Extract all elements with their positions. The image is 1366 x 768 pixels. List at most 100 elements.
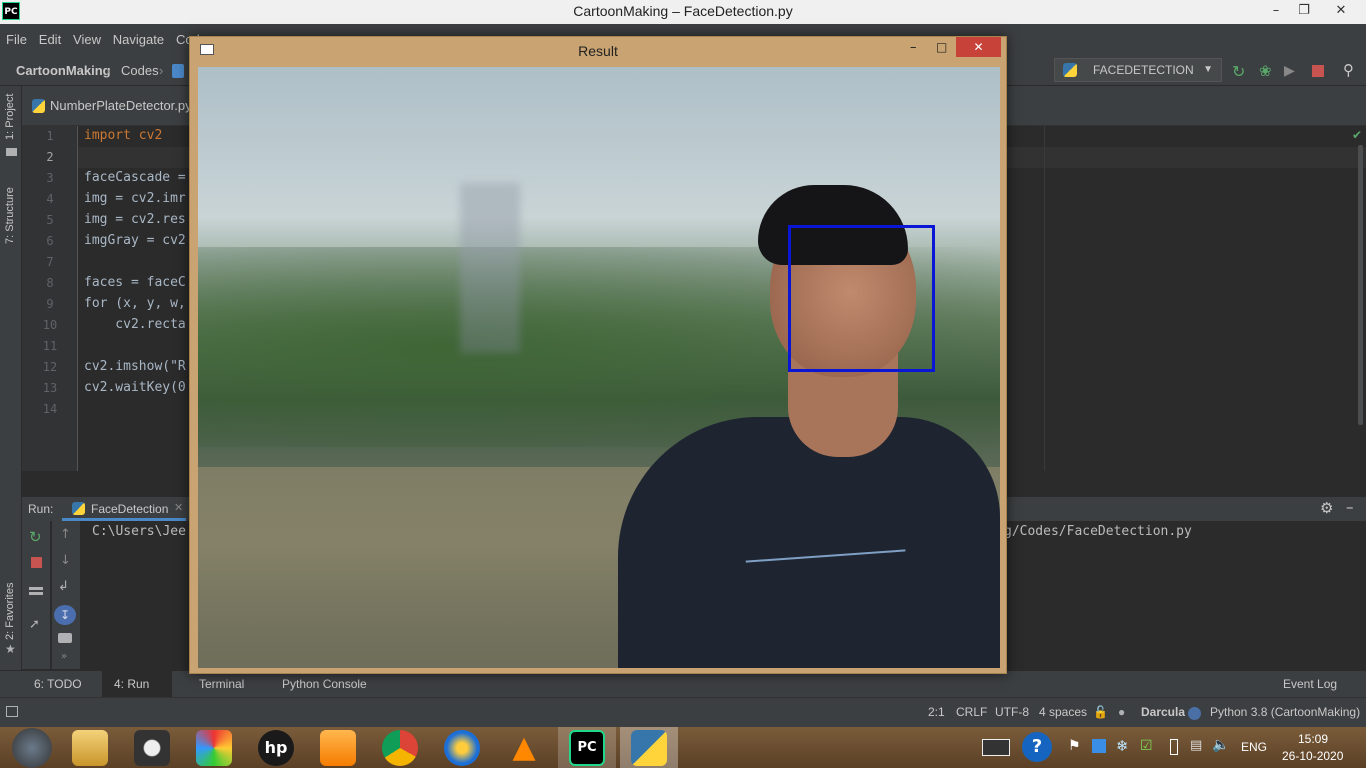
editor-scrollbar[interactable] (1358, 145, 1363, 425)
tab-facedetection[interactable]: FaceDetection ✕ (62, 497, 186, 521)
search-icon[interactable]: ⚲ (1343, 61, 1354, 79)
network-icon[interactable]: ▤ (1190, 738, 1202, 753)
status-bar: 2:1 CRLF UTF-8 4 spaces 🔓 ● Darcula Pyth… (0, 697, 1366, 727)
checkbox-icon[interactable]: ☑ (1140, 738, 1153, 754)
help-icon[interactable]: ? (1022, 732, 1052, 762)
arrow-down-icon[interactable]: ↓ (60, 553, 71, 568)
python-icon (631, 730, 667, 766)
inspection-ok-icon: ✔ (1352, 128, 1363, 142)
inspector-icon[interactable]: ● (1118, 705, 1125, 719)
run-config-label: FACEDETECTION (1093, 63, 1194, 77)
python-file-icon (172, 64, 184, 78)
python-interpreter[interactable]: Python 3.8 (CartoonMaking) (1210, 705, 1360, 719)
person-shirt (618, 417, 1000, 668)
cursor-position[interactable]: 2:1 (928, 705, 945, 719)
chrome-icon[interactable] (382, 730, 418, 766)
event-log-button[interactable]: Event Log (1283, 677, 1337, 691)
webcam-app-icon[interactable] (134, 730, 170, 766)
line-number: 1 (46, 129, 54, 143)
menu-edit[interactable]: Edit (39, 24, 61, 56)
tab-numberplatedetector[interactable]: NumberPlateDetector.py (50, 98, 192, 113)
battery-icon[interactable] (1170, 739, 1178, 755)
code-line: img = cv2.imr (84, 191, 186, 206)
run-configuration-select[interactable]: FACEDETECTION ▼ (1054, 58, 1222, 82)
lock-icon[interactable]: 🔓 (1093, 705, 1108, 719)
breadcrumb-project[interactable]: CartoonMaking (16, 63, 111, 78)
arrow-up-icon[interactable]: ↑ (60, 527, 71, 542)
python-console-tool-button[interactable]: Python Console (282, 677, 367, 691)
flag-icon[interactable]: ⚑ (1068, 738, 1081, 754)
gear-icon[interactable]: ⚙ (1320, 499, 1333, 517)
rerun-icon[interactable]: ↻ (29, 528, 42, 546)
terminal-tool-button[interactable]: Terminal (199, 677, 244, 691)
code-line: import cv2 (84, 128, 163, 143)
layout-icon[interactable] (29, 587, 43, 595)
keyboard-icon[interactable] (982, 739, 1010, 756)
code-line: faces = faceC (84, 275, 186, 290)
firefox-icon[interactable] (444, 730, 480, 766)
line-number: 4 (46, 192, 54, 206)
coverage-icon[interactable]: ▶ (1284, 63, 1295, 79)
clock-time[interactable]: 15:09 (1298, 732, 1328, 746)
star-icon: ★ (5, 642, 16, 656)
soft-wrap-icon[interactable]: ↲ (58, 579, 69, 594)
line-number: 11 (42, 339, 58, 353)
chevron-down-icon: ▼ (1203, 64, 1213, 75)
right-margin-guide (1044, 126, 1045, 471)
windows-app-icon[interactable] (1092, 739, 1106, 753)
run-toolbar-secondary: ↑ ↓ ↲ ↧ » (52, 521, 80, 669)
project-tool-button[interactable]: 1: Project (4, 94, 16, 140)
line-number: 9 (46, 297, 54, 311)
hide-panel-icon[interactable]: – (1346, 498, 1354, 516)
volume-icon[interactable]: 🔈 (1212, 737, 1229, 753)
stop-icon[interactable] (1312, 65, 1324, 77)
console-output-right: g/Codes/FaceDetection.py (1004, 524, 1192, 539)
snowflake-icon[interactable]: ❄ (1116, 737, 1129, 755)
line-number: 10 (42, 318, 58, 332)
toggle-tool-windows-icon[interactable] (6, 706, 18, 717)
title-bar: PC CartoonMaking – FaceDetection.py – ❐ … (0, 0, 1366, 24)
line-number: 6 (46, 234, 54, 248)
line-number: 13 (42, 381, 58, 395)
clock-date[interactable]: 26-10-2020 (1282, 749, 1343, 763)
favorites-tool-button[interactable]: 2: Favorites (4, 583, 16, 640)
vlc-icon[interactable]: ▲ (506, 730, 542, 766)
indent-setting[interactable]: 4 spaces (1039, 705, 1087, 719)
scroll-to-end-icon[interactable]: ↧ (54, 605, 76, 625)
run-tool-button[interactable]: 4: Run (114, 677, 149, 691)
theme-name[interactable]: Darcula (1141, 705, 1185, 719)
todo-tool-button[interactable]: 6: TODO (34, 677, 82, 691)
line-number: 3 (46, 171, 54, 185)
video-player-icon[interactable] (320, 730, 356, 766)
file-encoding[interactable]: UTF-8 (995, 705, 1029, 719)
maximize-button[interactable]: □ (936, 40, 947, 54)
python-file-icon (32, 99, 45, 113)
structure-tool-button[interactable]: 7: Structure (4, 187, 16, 244)
close-button[interactable]: ✕ (956, 37, 1001, 57)
puzzle-app-icon[interactable] (196, 730, 232, 766)
language-indicator[interactable]: ENG (1241, 740, 1267, 754)
code-line: cv2.waitKey(0 (84, 380, 186, 395)
menu-navigate[interactable]: Navigate (113, 24, 164, 56)
minimize-button[interactable]: – (910, 40, 917, 55)
breadcrumb-folder[interactable]: Codes (121, 63, 159, 78)
hp-icon[interactable]: hp (258, 730, 294, 766)
line-separator[interactable]: CRLF (956, 705, 987, 719)
debug-icon[interactable]: ❀ (1259, 62, 1272, 80)
result-window[interactable]: Result – □ ✕ (189, 36, 1007, 674)
start-button[interactable] (12, 728, 52, 768)
stop-icon[interactable] (31, 557, 42, 568)
close-button[interactable]: ✕ (1316, 0, 1366, 24)
print-icon[interactable] (58, 633, 72, 643)
code-line: cv2.imshow("R (84, 359, 186, 374)
file-explorer-icon[interactable] (72, 730, 108, 766)
window-title: CartoonMaking – FaceDetection.py (573, 3, 793, 19)
more-icon[interactable]: » (61, 651, 67, 662)
menu-view[interactable]: View (73, 24, 101, 56)
line-number: 12 (42, 360, 58, 374)
rerun-icon[interactable]: ↻ (1232, 62, 1245, 81)
menu-file[interactable]: File (6, 24, 27, 56)
code-line: imgGray = cv2 (84, 233, 186, 248)
pin-icon[interactable]: ➚ (29, 617, 40, 632)
close-tab-icon[interactable]: ✕ (174, 501, 183, 514)
